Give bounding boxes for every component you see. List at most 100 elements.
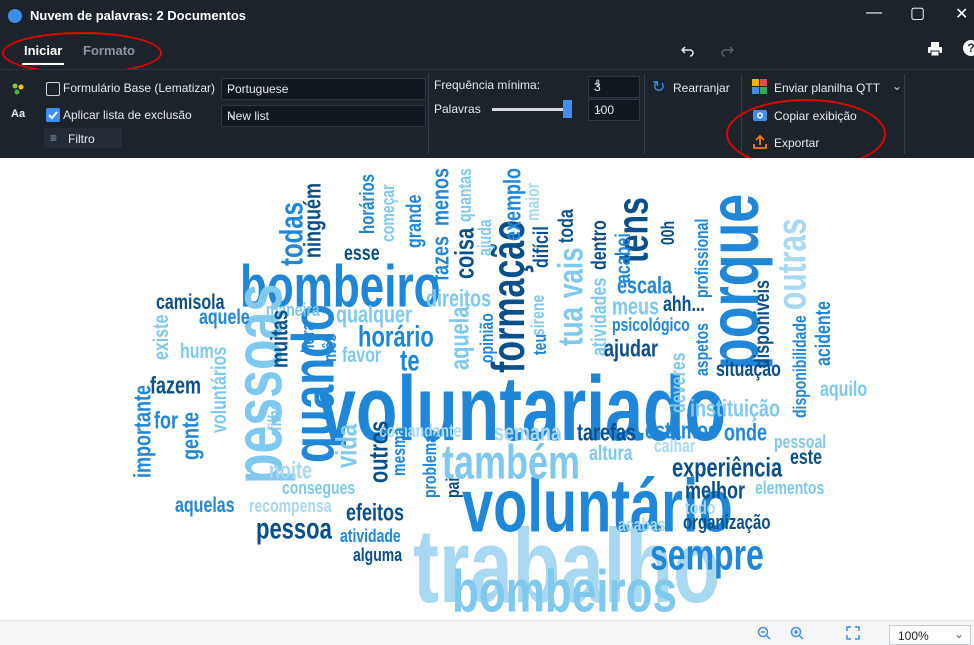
word-cloud-word[interactable]: deveres [668, 353, 691, 414]
word-cloud-word[interactable]: qualquer [336, 302, 412, 326]
divider [644, 74, 645, 154]
word-cloud-word[interactable]: este [790, 447, 822, 470]
word-cloud-word[interactable]: tua [550, 307, 591, 346]
close-icon[interactable]: ✕ [955, 4, 968, 24]
word-cloud-word[interactable]: maior [522, 183, 544, 221]
word-cloud-word[interactable]: mês [319, 334, 341, 362]
rearrange-button[interactable]: ↻ Rearranjar [652, 77, 730, 97]
word-cloud-word[interactable]: pessoa [256, 513, 332, 544]
word-cloud-word[interactable]: 00h [657, 221, 679, 245]
redo-icon[interactable] [720, 43, 734, 57]
word-cloud-word[interactable]: quantas [454, 168, 476, 222]
word-cloud-word[interactable]: difícil [531, 226, 554, 268]
word-cloud-word[interactable]: esse [344, 243, 380, 266]
word-cloud-word[interactable]: sempre [650, 533, 764, 576]
word-cloud-word[interactable]: voluntários [209, 347, 232, 433]
word-cloud-word[interactable]: mesma [388, 428, 410, 476]
word-cloud-word[interactable]: pai [442, 478, 464, 498]
rearrange-label: Rearranjar [673, 81, 730, 95]
undo-icon[interactable] [681, 43, 695, 57]
word-cloud-word[interactable]: alguma [353, 545, 402, 564]
zoom-in-icon[interactable] [790, 626, 804, 640]
word-cloud-word[interactable]: efeitos [346, 500, 404, 524]
word-cloud-word[interactable]: psicológico [612, 315, 690, 334]
word-cloud-word[interactable]: profissional [691, 219, 713, 298]
minimize-icon[interactable]: — [866, 4, 882, 22]
word-cloud-word[interactable]: for [154, 408, 178, 432]
word-cloud-word[interactable]: fazes [427, 236, 454, 281]
maximize-icon[interactable]: ▢ [910, 3, 925, 23]
word-cloud-word[interactable]: favor [342, 345, 381, 368]
exclusion-list-select[interactable]: New list ⌄ [221, 105, 426, 127]
words-count-select[interactable]: 100 ⌄ [588, 99, 640, 121]
lemmatize-label: Formulário Base (Lematizar) [63, 81, 216, 95]
chevron-down-icon: ⌄ [594, 103, 604, 115]
word-cloud-word[interactable]: calhar [654, 436, 695, 455]
word-cloud-word[interactable]: elementos [755, 478, 824, 497]
word-cloud-word[interactable]: outras [770, 218, 815, 310]
window-title: Nuvem de palavras: 2 Documentos [30, 8, 247, 23]
print-icon[interactable] [927, 41, 943, 57]
font-format-icon[interactable]: Aa [11, 108, 25, 120]
word-cloud-word[interactable]: acabas [618, 515, 665, 534]
word-cloud-word[interactable]: muitas [266, 310, 293, 368]
word-cloud-word[interactable]: tarefas [577, 420, 636, 444]
ribbon-tabs: Iniciar Formato ? [0, 31, 974, 74]
word-cloud-word[interactable]: ajudar [604, 336, 658, 360]
word-cloud-word[interactable]: ninguém [299, 183, 326, 258]
word-cloud-word[interactable]: aquela [446, 307, 476, 370]
word-cloud-word[interactable]: bombeiros [452, 562, 677, 622]
word-cloud-word[interactable]: altura [589, 443, 633, 466]
word-cloud-word[interactable]: vida [329, 424, 363, 468]
word-cloud-word[interactable]: vais [550, 247, 591, 298]
filter-button[interactable]: ≡ Filtro [44, 128, 122, 148]
exclusion-checkbox[interactable] [46, 108, 60, 122]
lemmatize-checkbox[interactable] [46, 82, 60, 96]
word-cloud-word[interactable]: todo [685, 498, 715, 517]
word-cloud-word[interactable]: atividade [340, 526, 401, 545]
zoom-select[interactable]: 100% ⌄ [889, 625, 971, 645]
word-cloud-word[interactable]: ajuda [474, 219, 496, 256]
help-icon[interactable]: ? [963, 40, 974, 56]
word-cloud-canvas[interactable]: voluntariado trabalho voluntário bombeiro pe… [0, 158, 974, 622]
word-cloud-word[interactable]: opinião [476, 313, 498, 363]
word-cloud-word[interactable]: menos [427, 168, 454, 226]
word-cloud-word[interactable]: existe [151, 315, 174, 360]
word-cloud-word[interactable]: gente [177, 412, 204, 460]
word-cloud-word[interactable]: disponibilidade [789, 315, 811, 418]
red-annotation-circle [2, 32, 162, 74]
word-cloud-word[interactable]: aquelas [175, 495, 235, 518]
language-select[interactable]: Portuguese ⌄ [221, 78, 426, 100]
word-cloud-word[interactable]: te [400, 345, 420, 376]
word-cloud-word[interactable]: horários [357, 174, 380, 234]
word-cloud-word[interactable]: aquele [199, 307, 250, 330]
min-frequency-stepper[interactable]: 3 ⇕ [588, 76, 640, 98]
word-cloud-word[interactable]: aspetos [691, 323, 713, 376]
word-cloud-word[interactable]: hora [297, 323, 319, 353]
chevron-down-icon: ⌄ [227, 109, 237, 121]
words-slider-handle[interactable] [563, 100, 572, 118]
word-cloud-word[interactable]: dentro [589, 220, 612, 270]
fit-screen-icon[interactable] [846, 626, 860, 640]
app-icon [8, 9, 22, 23]
stepper-arrows-icon[interactable]: ⇕ [594, 78, 633, 89]
word-cloud-word[interactable]: grande [404, 195, 427, 248]
word-cloud-word[interactable]: recompensa [249, 496, 331, 515]
word-cloud-word[interactable]: problema [419, 435, 441, 498]
word-cloud-word[interactable]: fazem [150, 373, 201, 397]
word-cloud-word[interactable]: toda [556, 209, 579, 243]
word-cloud-word[interactable]: sirene [527, 295, 549, 336]
word-cloud-word[interactable]: importante [129, 385, 156, 478]
word-cloud-word[interactable]: aquilo [820, 379, 867, 402]
word-cloud-word[interactable]: filho [264, 401, 286, 431]
send-qtt-button[interactable]: Enviar planilha QTT ⌄ [752, 79, 912, 98]
words-slider-track[interactable] [492, 108, 572, 111]
zoom-out-icon[interactable] [757, 626, 771, 640]
word-cloud-word[interactable]: começar [377, 184, 399, 242]
word-cloud-word[interactable]: semana [494, 420, 561, 444]
word-cloud-word[interactable]: onde [724, 420, 767, 444]
word-cloud-word[interactable]: acidente [813, 301, 836, 366]
word-cloud-word[interactable]: teu [529, 334, 551, 355]
word-cloud-word[interactable]: exemplo [499, 168, 526, 241]
word-cloud-word[interactable]: situação [716, 359, 781, 382]
